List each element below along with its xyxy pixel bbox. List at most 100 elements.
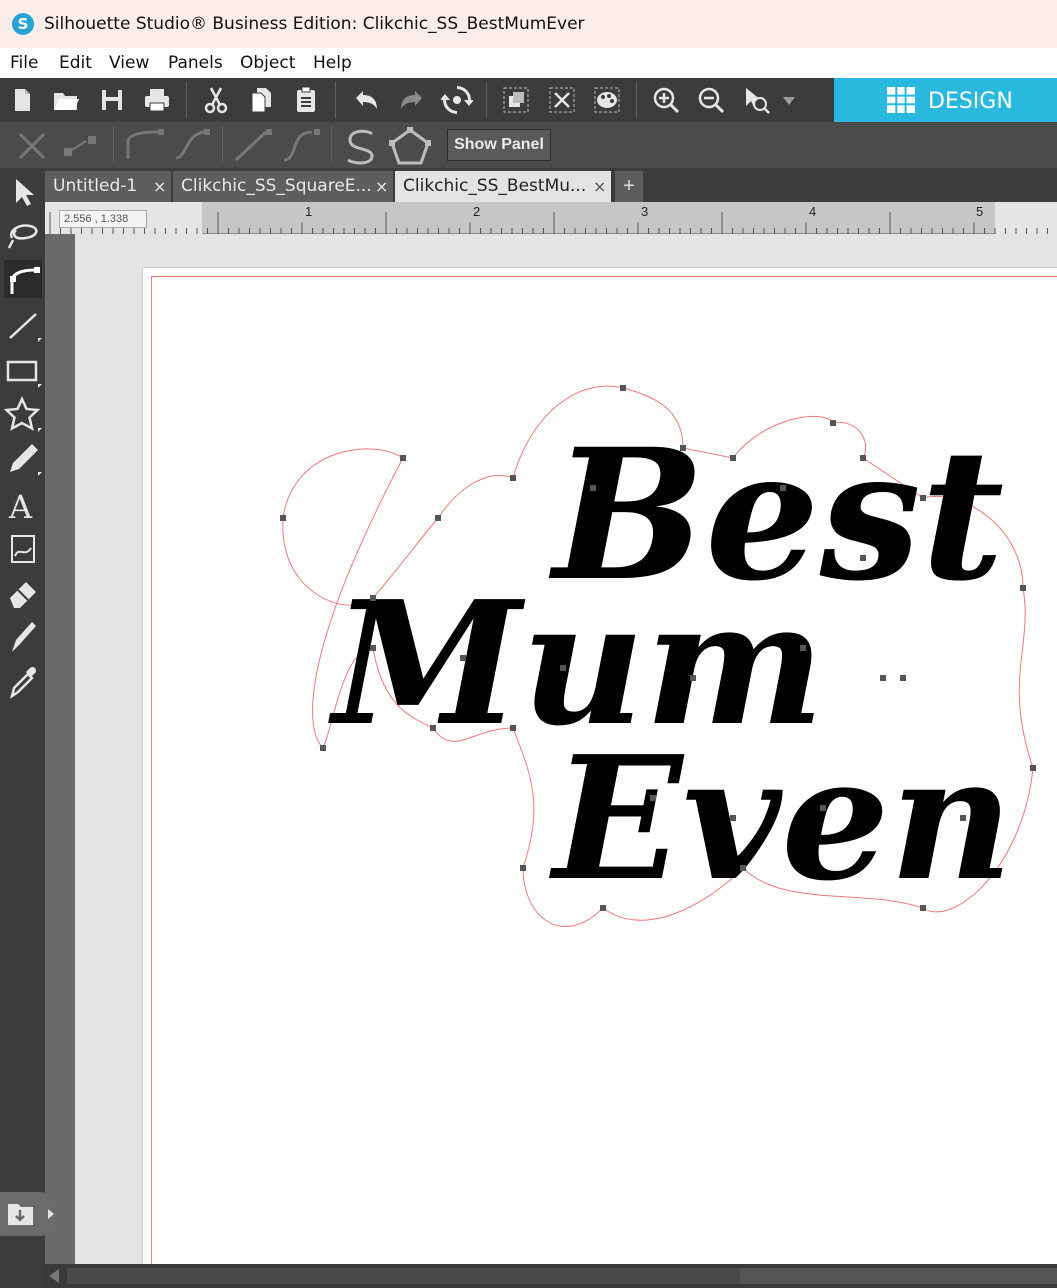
make-curved-icon[interactable] [280,128,324,162]
grid-icon [886,86,916,114]
horizontal-scrollbar[interactable] [45,1264,1057,1288]
svg-text:A: A [8,488,33,524]
text-to-path-tool-icon[interactable] [4,530,42,568]
undo-icon[interactable] [350,84,382,116]
edit-point-handle [780,485,786,491]
delete-point-icon[interactable] [14,130,50,162]
design-canvas[interactable]: Best Mum Even [75,234,1057,1265]
line-tool-icon[interactable] [4,306,42,344]
ruler-number: 1 [305,204,313,219]
chevron-down-icon[interactable] [778,84,800,116]
library-folder-icon [8,1204,54,1225]
text-tool-icon[interactable]: A [4,486,42,526]
print-icon[interactable] [141,84,173,116]
edit-point-handle [560,665,566,671]
artwork-best-mum-ever[interactable]: Best Mum Even [263,348,1057,948]
edit-point-handle [800,645,806,651]
edit-point-handle [430,725,436,731]
make-straight-icon[interactable] [232,128,276,162]
document-tab-bar: Untitled-1 × Clikchic_SS_SquareE... × Cl… [45,168,1057,202]
edit-point-handle [920,495,926,501]
page[interactable]: Best Mum Even [142,267,1057,1265]
close-icon[interactable]: × [593,171,606,202]
edit-point-handle [900,675,906,681]
edit-point-handle [680,445,686,451]
tab-bestmumever[interactable]: Clikchic_SS_BestMu... × [395,171,611,202]
ruler-number: 4 [809,204,817,219]
menu-view[interactable]: View [109,53,149,73]
rectangle-tool-icon[interactable] [4,352,42,390]
edit-point-handle [435,515,441,521]
break-path-icon[interactable] [60,130,104,162]
menu-file[interactable]: File [10,53,38,73]
lasso-tool-icon[interactable] [4,216,42,254]
zoom-out-icon[interactable] [695,84,727,116]
menu-help[interactable]: Help [313,53,352,73]
palette-icon[interactable] [591,84,623,116]
knife-tool-icon[interactable] [4,618,42,656]
edit-point-handle [370,645,376,651]
menu-bar: File Edit View Panels Object Help [0,48,1057,78]
paste-icon[interactable] [290,84,322,116]
redraw-icon[interactable] [440,84,474,116]
smooth-point-icon[interactable] [170,128,214,162]
ruler-number: 2 [473,204,481,219]
title-bar: S Silhouette Studio® Business Edition: C… [0,0,1057,48]
pentagon-icon[interactable] [386,126,434,166]
simplify-icon[interactable] [338,126,382,166]
new-file-icon[interactable] [6,84,38,116]
close-icon[interactable]: × [375,171,388,202]
open-folder-icon[interactable] [50,84,82,116]
app-logo-icon: S [12,13,34,35]
close-icon[interactable]: × [153,171,166,202]
pencil-tool-icon[interactable] [4,440,42,478]
redo-icon[interactable] [396,84,428,116]
edit-point-handle [880,675,886,681]
tab-squaree[interactable]: Clikchic_SS_SquareE... × [173,171,393,202]
edit-point-handle [820,805,826,811]
zoom-in-icon[interactable] [650,84,682,116]
copy-icon[interactable] [245,84,277,116]
tab-label: Untitled-1 [53,176,138,196]
new-tab-button[interactable]: + [615,171,643,202]
star-tool-icon[interactable] [3,395,42,434]
edit-point-handle [600,905,606,911]
tab-label: Clikchic_SS_SquareE... [181,176,372,196]
ungroup-icon[interactable] [546,84,578,116]
point-edit-toolbar: Show Panel [0,122,1057,168]
horizontal-ruler: 2.556 , 1.338 1 2 3 4 5 [45,202,1057,234]
design-tab-label: DESIGN [928,89,1013,114]
menu-edit[interactable]: Edit [59,53,92,73]
library-button[interactable] [0,1192,62,1236]
vertical-ruler [45,234,75,1264]
zoom-select-icon[interactable] [740,84,772,116]
edit-point-handle [830,420,836,426]
show-panel-button[interactable]: Show Panel [447,129,551,161]
edit-point-handle [960,815,966,821]
edit-point-handle [730,815,736,821]
eyedropper-tool-icon[interactable] [4,662,42,700]
tab-untitled-1[interactable]: Untitled-1 × [45,171,171,202]
scroll-left-icon[interactable] [49,1269,59,1283]
eraser-tool-icon[interactable] [4,574,42,612]
window-title: Silhouette Studio® Business Edition: Cli… [44,14,585,34]
cut-icon[interactable] [200,84,232,116]
edit-points-tool-icon[interactable] [4,260,42,298]
edit-point-handle [520,865,526,871]
menu-panels[interactable]: Panels [168,53,223,73]
edit-point-handle [650,795,656,801]
edit-point-handle [730,455,736,461]
group-icon[interactable] [500,84,532,116]
edit-point-handle [1020,585,1026,591]
toolbar-separator [331,126,332,162]
select-tool-icon[interactable] [4,172,42,210]
menu-object[interactable]: Object [240,53,295,73]
corner-point-icon[interactable] [122,128,166,162]
edit-point-handle [740,865,746,871]
edit-point-handle [460,655,466,661]
save-icon[interactable] [96,84,128,116]
ruler-number: 3 [641,204,649,219]
edit-point-handle [620,385,626,391]
cursor-coordinates: 2.556 , 1.338 [59,210,147,228]
scroll-thumb[interactable] [740,1268,1057,1284]
